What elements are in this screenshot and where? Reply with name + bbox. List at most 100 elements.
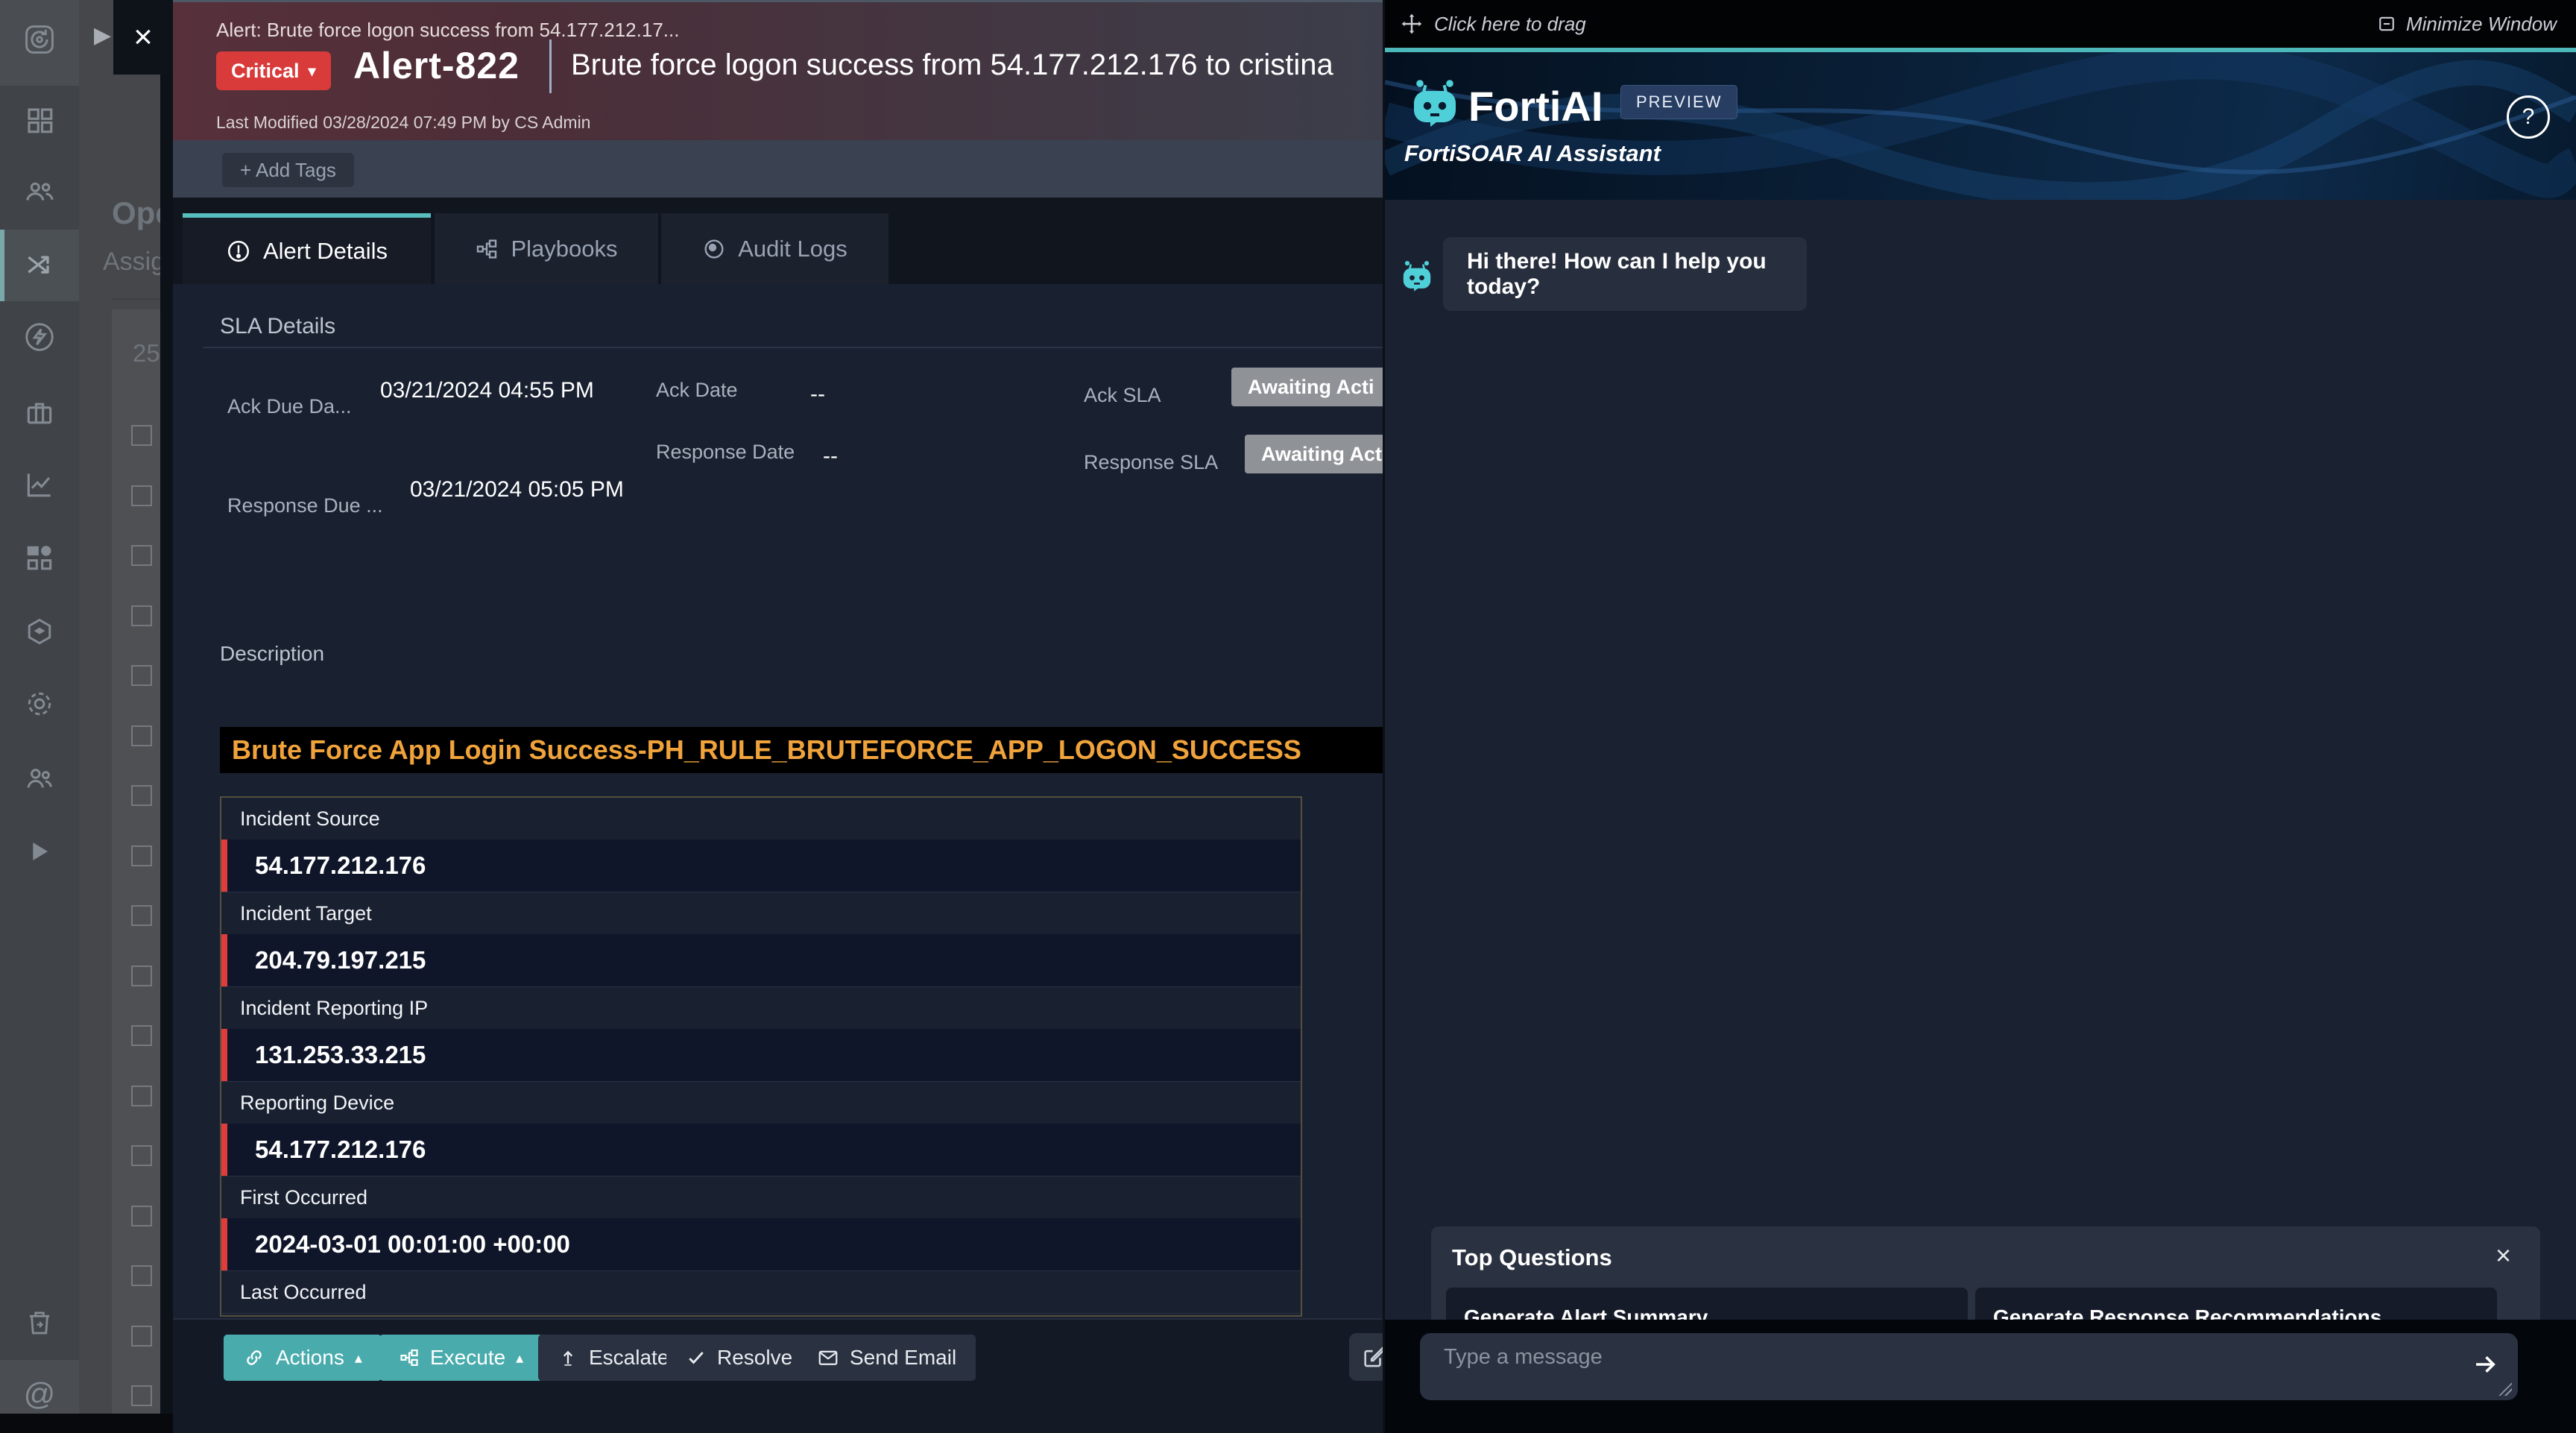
response-sla-badge: Awaiting Acti [1245, 435, 1383, 473]
briefcase-icon[interactable] [0, 389, 79, 437]
users-icon[interactable] [0, 755, 79, 802]
background-page-size: 25 [133, 339, 162, 368]
eye-icon [702, 237, 726, 261]
link-icon [243, 1347, 265, 1369]
lightning-automation-icon[interactable] [0, 313, 79, 361]
close-alert-panel-button[interactable]: × [113, 0, 173, 75]
fortiai-subtitle: FortiSOAR AI Assistant [1404, 140, 1661, 167]
field-label: Incident Reporting IP [221, 987, 1301, 1029]
row-checkbox [131, 1025, 152, 1046]
asset-cube-icon[interactable] [0, 608, 79, 656]
sidebar-rail: @ [0, 0, 79, 1433]
preview-badge: PREVIEW [1620, 85, 1737, 119]
field-label: Reporting Device [221, 1082, 1301, 1124]
recycle-bin-icon[interactable] [0, 1299, 79, 1347]
chevron-up-icon: ▴ [355, 1349, 362, 1367]
tab-alert-details[interactable]: Alert Details [183, 213, 431, 284]
input-resize-handle[interactable] [2498, 1382, 2512, 1396]
background-list-title: Ope [112, 195, 160, 231]
edit-pencil-icon [1361, 1344, 1383, 1370]
send-email-button[interactable]: Send Email [798, 1335, 976, 1381]
settings-gear-icon[interactable] [0, 680, 79, 728]
severity-accent-bar [221, 934, 227, 986]
row-checkbox [131, 665, 152, 686]
severity-dropdown[interactable]: Critical ▾ [216, 51, 331, 90]
severity-accent-bar [221, 840, 227, 892]
widgets-icon[interactable] [0, 534, 79, 582]
row-checkbox [131, 1206, 152, 1226]
alert-action-bar: Actions ▴ Execute ▴ Escalate Resolve Sen… [173, 1318, 1383, 1433]
field-group: Last Occurred [221, 1271, 1301, 1314]
field-group: Incident Source 54.177.212.176 [221, 798, 1301, 892]
field-value-row[interactable]: 54.177.212.176 [221, 1124, 1301, 1176]
row-checkbox [131, 1145, 152, 1166]
tags-row: + Add Tags [173, 140, 1383, 198]
minimize-window-button[interactable]: Minimize Window [2376, 13, 2566, 36]
last-modified-text: Last Modified 03/28/2024 07:49 PM by CS … [216, 113, 590, 133]
chart-reports-icon[interactable] [0, 461, 79, 508]
chevron-up-icon: ▴ [516, 1349, 523, 1367]
tab-audit-logs[interactable]: Audit Logs [661, 213, 888, 284]
team-queues-icon[interactable] [0, 168, 79, 215]
field-value-row[interactable]: 54.177.212.176 [221, 840, 1301, 892]
help-button[interactable]: ? [2507, 95, 2550, 139]
alert-detail-panel: Alert: Brute force logon success from 54… [173, 0, 1383, 1433]
row-checkbox [131, 1385, 152, 1406]
incident-shuffle-icon[interactable] [0, 242, 79, 289]
description-section-title: Description [220, 642, 324, 666]
severity-accent-bar [221, 1124, 227, 1176]
ack-sla-label: Ack SLA [1084, 384, 1161, 407]
tab-playbooks[interactable]: Playbooks [435, 213, 658, 284]
mentions-at-icon[interactable]: @ [0, 1370, 79, 1418]
panel-collapse-arrow-icon[interactable]: ▶ [94, 22, 111, 48]
alert-header: Alert: Brute force logon success from 54… [173, 2, 1383, 140]
description-headline: Brute Force App Login Success-PH_RULE_BR… [220, 734, 1301, 766]
row-checkbox [131, 485, 152, 506]
dashboard-icon[interactable] [0, 96, 79, 144]
row-checkbox [131, 905, 152, 926]
field-label: First Occurred [221, 1177, 1301, 1218]
response-date-label: Response Date [656, 441, 795, 464]
checkmark-icon [686, 1347, 707, 1368]
alert-tabbar: Alert Details Playbooks Audit Logs [173, 198, 1383, 284]
sla-section-title: SLA Details [220, 314, 335, 339]
ack-due-label: Ack Due Da... [227, 395, 352, 418]
ack-date-value: -- [810, 375, 825, 415]
fortiai-drag-bar[interactable]: Click here to drag Minimize Window [1385, 0, 2576, 48]
field-group: Incident Reporting IP 131.253.33.215 [221, 987, 1301, 1082]
add-tags-button[interactable]: + Add Tags [222, 153, 354, 187]
fortiai-title: FortiAI [1468, 82, 1603, 130]
edit-record-button[interactable] [1349, 1333, 1383, 1381]
alert-id: Alert-822 [353, 44, 520, 87]
close-top-questions-button[interactable]: × [2496, 1240, 2511, 1271]
ack-due-value: 03/21/2024 04:55 PM [380, 371, 604, 411]
message-input[interactable] [1442, 1344, 2444, 1391]
field-value-row[interactable]: 204.79.197.215 [221, 934, 1301, 986]
send-message-button[interactable] [2472, 1351, 2498, 1378]
severity-accent-bar [221, 1218, 227, 1270]
incident-field-table: Incident Source 54.177.212.176 Incident … [220, 796, 1302, 1317]
ack-sla-badge: Awaiting Acti [1231, 368, 1383, 406]
response-date-value: -- [823, 437, 838, 476]
background-divider [112, 298, 160, 300]
automation-sync-icon[interactable] [0, 16, 79, 63]
field-value-row[interactable]: 131.253.33.215 [221, 1029, 1301, 1081]
execute-dropdown-button[interactable]: Execute ▴ [379, 1335, 543, 1381]
field-group: Reporting Device 54.177.212.176 [221, 1082, 1301, 1177]
send-arrow-icon [2472, 1351, 2498, 1378]
question-icon: ? [2522, 104, 2535, 130]
actions-dropdown-button[interactable]: Actions ▴ [224, 1335, 382, 1381]
bot-avatar [1398, 259, 1436, 292]
escalate-arrow-icon [558, 1347, 578, 1368]
field-value-row[interactable]: 2024-03-01 00:01:00 +00:00 [221, 1218, 1301, 1270]
row-checkbox [131, 545, 152, 566]
fortiai-header: FortiAI PREVIEW FortiSOAR AI Assistant ? [1385, 52, 2576, 200]
row-checkbox [131, 785, 152, 806]
close-icon: × [133, 19, 153, 56]
window-bottom-edge [0, 1414, 173, 1433]
row-checkbox [131, 725, 152, 746]
play-run-icon[interactable] [0, 828, 79, 875]
drag-label: Click here to drag [1434, 13, 1586, 36]
field-group: Incident Target 204.79.197.215 [221, 892, 1301, 987]
resolve-button[interactable]: Resolve [666, 1335, 812, 1381]
